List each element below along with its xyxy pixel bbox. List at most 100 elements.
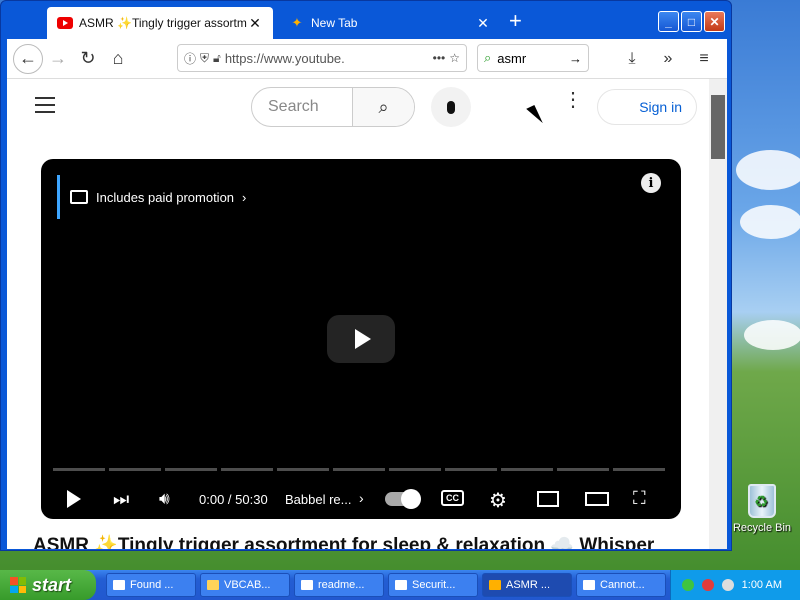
info-icon[interactable]: i: [641, 173, 661, 193]
more-vertical-icon[interactable]: ⋮: [563, 90, 583, 110]
recycle-bin-icon: [748, 484, 776, 518]
guide-menu-icon[interactable]: [35, 97, 55, 118]
search-bar[interactable]: ⌕ asmr →: [477, 44, 589, 72]
tab-strip: ASMR ✨Tingly trigger assortment ✕ ✦ New …: [7, 5, 727, 39]
info-circle-icon[interactable]: ⓘ: [184, 50, 196, 67]
minimize-button[interactable]: _: [658, 11, 679, 32]
progress-bar[interactable]: [53, 468, 669, 471]
task-buttons: Found ... VBCAB... readme... Securit... …: [106, 573, 666, 597]
bookmark-star-icon[interactable]: ☆: [449, 51, 460, 65]
chapter-title[interactable]: Babbel re...: [285, 492, 352, 507]
youtube-search-input[interactable]: Search: [252, 88, 352, 126]
captions-icon[interactable]: CC: [441, 490, 464, 506]
taskbar-item-label: Found ...: [130, 579, 174, 591]
settings-gear-icon[interactable]: ⚙︎: [489, 488, 507, 513]
taskbar-item[interactable]: ASMR ...: [482, 573, 572, 597]
tab-title: New Tab: [311, 16, 358, 30]
play-icon[interactable]: [67, 490, 81, 508]
window-icon: [395, 580, 407, 590]
sky-cloud: [740, 205, 800, 239]
network-icon[interactable]: [681, 579, 694, 591]
player-controls: ⏭︎ 🔊︎ 0:00 / 50:30 Babbel re... › CC ⚙︎ …: [41, 479, 681, 519]
system-tray: 1:00 AM: [670, 570, 800, 600]
promo-text: Includes paid promotion: [96, 189, 235, 205]
lock-warning-icon[interactable]: 🔓︎: [213, 51, 221, 66]
download-icon[interactable]: ⤓: [617, 44, 647, 74]
recycle-bin-desktop-icon[interactable]: Recycle Bin: [732, 484, 792, 534]
chapter-chevron-icon[interactable]: ›: [359, 490, 364, 506]
search-icon[interactable]: ⌕: [352, 88, 414, 126]
volume-tray-icon[interactable]: [721, 579, 734, 591]
back-arrow-icon[interactable]: ←: [13, 43, 43, 74]
firefox-icon: [489, 580, 501, 590]
window-icon: [113, 580, 125, 590]
taskbar-item[interactable]: Found ...: [106, 573, 196, 597]
browser-window: ASMR ✨Tingly trigger assortment ✕ ✦ New …: [0, 0, 732, 551]
close-tab-icon[interactable]: ✕: [475, 15, 491, 32]
window-controls: _ □ ✕: [658, 11, 725, 32]
folder-icon: [207, 580, 219, 590]
menu-hamburger-icon[interactable]: ≡: [689, 44, 719, 74]
nav-toolbar: ← → ↻ ⌂ ⓘ ⛨ 🔓︎ https://www.youtube. ••• …: [7, 39, 727, 79]
clock[interactable]: 1:00 AM: [742, 579, 782, 591]
microphone-icon[interactable]: [431, 87, 471, 127]
page-actions-icon[interactable]: •••: [433, 51, 446, 65]
time-display: 0:00 / 50:30: [199, 492, 268, 507]
volume-icon[interactable]: 🔊︎: [159, 489, 170, 509]
close-tab-icon[interactable]: ✕: [247, 15, 263, 32]
paid-promotion-icon: [70, 190, 88, 204]
miniplayer-icon[interactable]: [537, 491, 559, 507]
video-title: ASMR ✨Tingly trigger assortment for slee…: [33, 535, 655, 549]
paid-promotion-banner[interactable]: Includes paid promotion ›: [57, 175, 246, 219]
tracking-shield-icon[interactable]: ⛨: [200, 51, 209, 66]
home-icon[interactable]: ⌂: [103, 44, 133, 74]
security-alert-icon[interactable]: [701, 579, 714, 591]
start-button[interactable]: start: [0, 570, 96, 600]
taskbar-item-label: readme...: [318, 579, 365, 591]
sky-cloud: [744, 320, 800, 350]
large-play-button[interactable]: [327, 315, 395, 363]
taskbar-item[interactable]: readme...: [294, 573, 384, 597]
fullscreen-icon[interactable]: ⛶: [633, 488, 646, 509]
video-player[interactable]: Includes paid promotion › i ⏭︎ 🔊︎ 0:00 /…: [41, 159, 681, 519]
taskbar: start Found ... VBCAB... readme... Secur…: [0, 570, 800, 600]
youtube-favicon-icon: [57, 17, 73, 29]
new-tab-plus-icon[interactable]: +: [509, 9, 522, 33]
search-engine-icon[interactable]: ⌕: [484, 50, 491, 66]
address-bar[interactable]: ⓘ ⛨ 🔓︎ https://www.youtube. ••• ☆: [177, 44, 467, 72]
close-window-button[interactable]: ✕: [704, 11, 725, 32]
taskbar-item-label: Cannot...: [600, 579, 645, 591]
tab-title: ASMR ✨Tingly trigger assortment: [79, 16, 247, 30]
taskbar-item[interactable]: Cannot...: [576, 573, 666, 597]
sky-cloud: [736, 150, 800, 190]
taskbar-item-label: ASMR ...: [506, 579, 551, 591]
next-icon[interactable]: ⏭︎: [113, 489, 129, 510]
taskbar-item-label: Securit...: [412, 579, 456, 591]
reload-icon[interactable]: ↻: [73, 44, 103, 74]
taskbar-item-label: VBCAB...: [224, 579, 271, 591]
maximize-button[interactable]: □: [681, 11, 702, 32]
page-scrollbar[interactable]: [709, 79, 727, 549]
scrollbar-thumb[interactable]: [711, 95, 725, 159]
autoplay-toggle[interactable]: [385, 489, 421, 509]
taskbar-item[interactable]: Securit...: [388, 573, 478, 597]
search-go-arrow-icon[interactable]: →: [569, 51, 582, 66]
chevron-right-icon: ›: [242, 189, 247, 205]
forward-arrow-icon[interactable]: →: [43, 44, 73, 74]
theater-mode-icon[interactable]: [585, 492, 609, 506]
firefox-favicon-icon: ✦: [291, 15, 303, 30]
taskbar-item[interactable]: VBCAB...: [200, 573, 290, 597]
play-icon: [355, 329, 371, 349]
search-bar-value: asmr: [497, 50, 527, 66]
youtube-search-box[interactable]: Search ⌕: [251, 87, 415, 127]
windows-flag-icon: [10, 577, 26, 593]
youtube-page: Search ⌕ ⋮ Sign in Includes paid promoti…: [7, 79, 727, 549]
start-label: start: [32, 574, 72, 595]
overflow-chevrons-icon[interactable]: »: [653, 44, 683, 74]
tab-new-tab[interactable]: ✦ New Tab ✕: [279, 7, 501, 39]
internet-explorer-icon: [583, 580, 595, 590]
youtube-header: Search ⌕ ⋮ Sign in: [7, 79, 707, 139]
sign-in-button[interactable]: Sign in: [597, 89, 697, 125]
notepad-icon: [301, 580, 313, 590]
tab-asmr[interactable]: ASMR ✨Tingly trigger assortment ✕: [47, 7, 273, 39]
